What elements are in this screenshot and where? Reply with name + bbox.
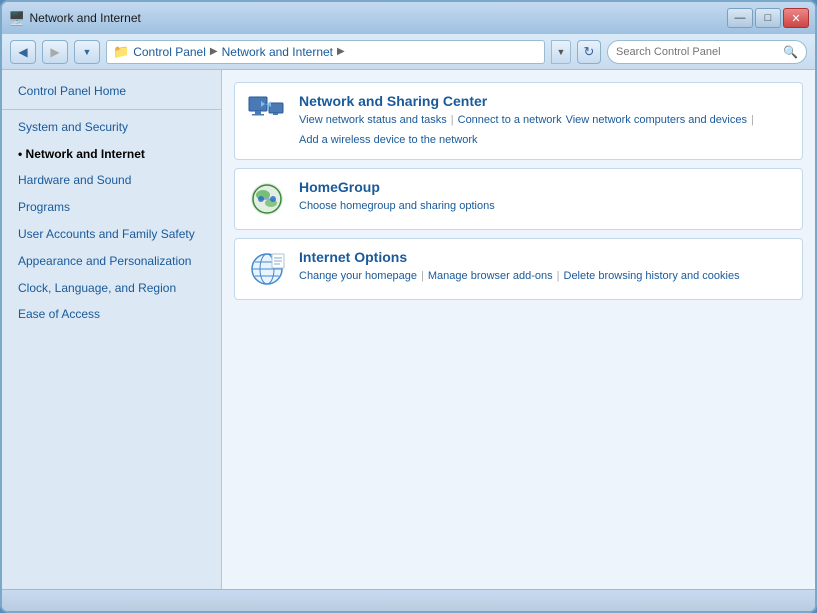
homegroup-title[interactable]: HomeGroup	[299, 179, 790, 195]
network-sharing-links: View network status and tasks | Connect …	[299, 112, 790, 149]
sidebar: Control Panel Home System and Security N…	[2, 70, 222, 589]
category-internet-options: Internet Options Change your homepage | …	[234, 238, 803, 300]
network-sharing-content: Network and Sharing Center View network …	[299, 93, 790, 149]
internet-options-links: Change your homepage | Manage browser ad…	[299, 268, 790, 286]
breadcrumb-separator-1: ▶	[210, 46, 218, 57]
internet-options-icon	[247, 249, 287, 289]
title-controls: — □ ✕	[727, 8, 809, 28]
maximize-button[interactable]: □	[755, 8, 781, 28]
search-input[interactable]	[616, 46, 779, 58]
homegroup-content: HomeGroup Choose homegroup and sharing o…	[299, 179, 790, 219]
category-homegroup: HomeGroup Choose homegroup and sharing o…	[234, 168, 803, 230]
link-view-network-status[interactable]: View network status and tasks	[299, 112, 447, 130]
sidebar-item-user-accounts[interactable]: User Accounts and Family Safety	[2, 221, 221, 248]
network-sharing-icon	[247, 93, 287, 133]
homegroup-icon	[247, 179, 287, 219]
title-bar: 🖥️ Network and Internet — □ ✕	[2, 2, 815, 34]
minimize-button[interactable]: —	[727, 8, 753, 28]
sidebar-item-programs[interactable]: Programs	[2, 194, 221, 221]
back-button[interactable]: ◀	[10, 40, 36, 64]
breadcrumb-dropdown-button[interactable]: ▼	[551, 40, 571, 64]
sidebar-item-network-internet[interactable]: Network and Internet	[2, 141, 221, 168]
main-window: 🖥️ Network and Internet — □ ✕ ◀ ▶ ▼ 📁 Co…	[0, 0, 817, 613]
search-icon[interactable]: 🔍	[783, 45, 798, 59]
sidebar-item-appearance[interactable]: Appearance and Personalization	[2, 248, 221, 275]
folder-icon: 📁	[113, 44, 129, 60]
title-bar-left: 🖥️ Network and Internet	[8, 10, 141, 27]
link-sep-2: |	[751, 112, 754, 130]
search-box: 🔍	[607, 40, 807, 64]
forward-button[interactable]: ▶	[42, 40, 68, 64]
sidebar-item-hardware-sound[interactable]: Hardware and Sound	[2, 167, 221, 194]
sidebar-item-control-panel-home[interactable]: Control Panel Home	[2, 78, 221, 105]
main-content: Control Panel Home System and Security N…	[2, 70, 815, 589]
category-network-sharing: Network and Sharing Center View network …	[234, 82, 803, 160]
sidebar-item-system-security[interactable]: System and Security	[2, 114, 221, 141]
link-sep-4: |	[557, 268, 560, 286]
link-homegroup-options[interactable]: Choose homegroup and sharing options	[299, 198, 495, 216]
address-bar: ◀ ▶ ▼ 📁 Control Panel ▶ Network and Inte…	[2, 34, 815, 70]
window-title: Network and Internet	[29, 11, 140, 25]
breadcrumb-separator-2: ▶	[337, 46, 345, 57]
internet-options-content: Internet Options Change your homepage | …	[299, 249, 790, 289]
internet-options-title[interactable]: Internet Options	[299, 249, 790, 265]
sidebar-item-clock-language[interactable]: Clock, Language, and Region	[2, 275, 221, 302]
link-manage-addons[interactable]: Manage browser add-ons	[428, 268, 553, 286]
close-button[interactable]: ✕	[783, 8, 809, 28]
sidebar-item-ease-access[interactable]: Ease of Access	[2, 301, 221, 328]
link-sep-1: |	[451, 112, 454, 130]
breadcrumb-control-panel[interactable]: Control Panel	[133, 45, 206, 59]
link-view-computers[interactable]: View network computers and devices	[566, 112, 747, 130]
link-add-wireless[interactable]: Add a wireless device to the network	[299, 132, 478, 150]
link-sep-3: |	[421, 268, 424, 286]
window-icon: 🖥️	[8, 10, 25, 27]
network-sharing-title[interactable]: Network and Sharing Center	[299, 93, 790, 109]
right-panel: Network and Sharing Center View network …	[222, 70, 815, 589]
link-connect-network[interactable]: Connect to a network	[458, 112, 562, 130]
breadcrumb-network-internet[interactable]: Network and Internet	[222, 45, 333, 59]
status-bar	[2, 589, 815, 611]
refresh-button[interactable]: ↻	[577, 40, 601, 64]
homegroup-links: Choose homegroup and sharing options	[299, 198, 790, 216]
recent-pages-button[interactable]: ▼	[74, 40, 100, 64]
link-delete-history[interactable]: Delete browsing history and cookies	[564, 268, 740, 286]
link-change-homepage[interactable]: Change your homepage	[299, 268, 417, 286]
sidebar-divider	[2, 109, 221, 110]
